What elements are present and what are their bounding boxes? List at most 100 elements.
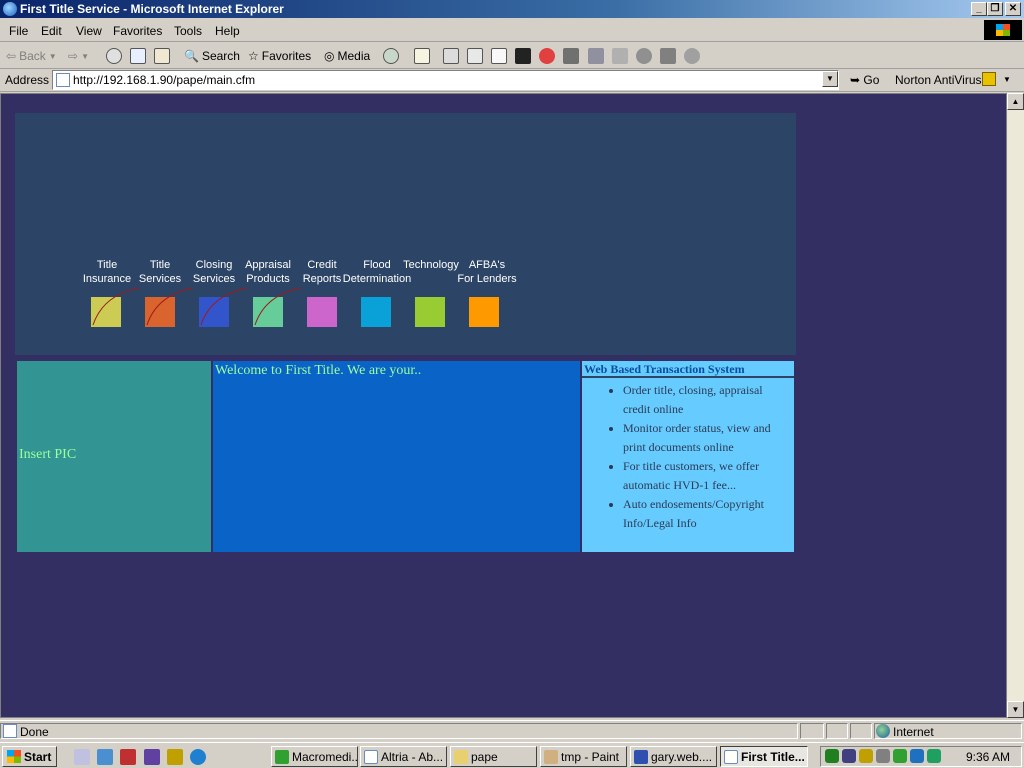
task-label: pape: [471, 750, 498, 764]
toolbar-extra-icon-2[interactable]: [539, 48, 555, 64]
nav-color-box-appraisal-products[interactable]: [253, 297, 283, 327]
vertical-scrollbar[interactable]: ▲ ▼: [1007, 93, 1024, 718]
status-pane-3: [826, 723, 848, 739]
search-label: Search: [201, 49, 240, 63]
word-icon: [634, 750, 648, 764]
nav-color-box-closing-services[interactable]: [199, 297, 229, 327]
favorites-icon: ☆: [248, 49, 259, 63]
ie-page-icon: [724, 750, 738, 764]
toolbar-extra-icon-5[interactable]: [612, 48, 628, 64]
status-pane-2: [800, 723, 824, 739]
norton-dropdown-icon[interactable]: ▼: [1003, 75, 1011, 84]
toolbar-extra-icon-1[interactable]: [515, 48, 531, 64]
menu-tools[interactable]: Tools: [174, 24, 202, 38]
toolbar-extra-icon-7[interactable]: [660, 48, 676, 64]
nav-color-box-flood-determination[interactable]: [361, 297, 391, 327]
menu-file[interactable]: File: [9, 24, 28, 38]
task-first-title[interactable]: First Title...: [720, 746, 808, 767]
task-altria[interactable]: Altria - Ab...: [360, 746, 447, 767]
back-dropdown-icon: ▼: [48, 51, 57, 61]
tray-icon-6[interactable]: [910, 749, 924, 763]
refresh-icon[interactable]: [130, 48, 146, 64]
list-item: Monitor order status, view and print doc…: [623, 419, 790, 457]
page-icon: [56, 73, 70, 87]
restore-button[interactable]: ❐: [987, 2, 1003, 16]
address-input[interactable]: http://192.168.1.90/pape/main.cfm: [52, 70, 839, 90]
menu-help[interactable]: Help: [215, 24, 240, 38]
menu-view[interactable]: View: [76, 24, 102, 38]
menu-favorites[interactable]: Favorites: [113, 24, 162, 38]
clock[interactable]: 9:36 AM: [966, 750, 1010, 764]
welcome-text: Welcome to First Title. We are your..: [215, 363, 422, 378]
tray-icon-2[interactable]: [842, 749, 856, 763]
quick-launch-app2-icon[interactable]: [144, 749, 160, 765]
quick-launch-app-icon[interactable]: [120, 749, 136, 765]
tray-icon-1[interactable]: [825, 749, 839, 763]
history-icon[interactable]: [383, 48, 399, 64]
toolbar-extra-icon-3[interactable]: [563, 48, 579, 64]
folder-icon: [454, 750, 468, 764]
nav-label-line1: AFBA's: [468, 259, 506, 271]
quick-launch-desktop-icon[interactable]: [74, 749, 90, 765]
address-dropdown-icon[interactable]: ▼: [822, 71, 838, 87]
mail-icon[interactable]: [414, 48, 430, 64]
task-label: tmp - Paint: [561, 750, 620, 764]
norton-antivirus-label[interactable]: Norton AntiVirus: [895, 73, 982, 87]
forward-button[interactable]: ⇨ ▼: [68, 46, 89, 66]
forward-arrow-icon: ⇨: [68, 49, 79, 63]
nav-color-box-afbas-for-lenders[interactable]: [469, 297, 499, 327]
print-icon[interactable]: [443, 48, 459, 64]
media-button[interactable]: ◎ Media: [324, 46, 370, 66]
ie-page-icon: [364, 750, 378, 764]
system-tray: 9:36 AM: [820, 746, 1022, 767]
back-label: Back: [19, 49, 46, 63]
tray-icon-3[interactable]: [859, 749, 873, 763]
windows-logo-icon: [984, 20, 1022, 40]
toolbar-extra-icon-8[interactable]: [684, 48, 700, 64]
quick-launch-browser-icon[interactable]: [190, 749, 206, 765]
toolbar-extra-icon-6[interactable]: [636, 48, 652, 64]
go-button[interactable]: ➥ Go: [850, 73, 879, 87]
menu-edit[interactable]: Edit: [41, 24, 62, 38]
task-macromedia[interactable]: Macromedi...: [271, 746, 358, 767]
stop-icon[interactable]: [106, 48, 122, 64]
nav-color-box-technology[interactable]: [415, 297, 445, 327]
toolbar-extra-icon-4[interactable]: [588, 48, 604, 64]
task-label: gary.web....: [651, 750, 713, 764]
discuss-icon[interactable]: [491, 48, 507, 64]
search-button[interactable]: 🔍 Search: [184, 46, 240, 66]
nav-color-box-title-insurance[interactable]: [91, 297, 121, 327]
start-button[interactable]: Start: [2, 746, 57, 767]
standard-toolbar: ⇦ Back ▼ ⇨ ▼ 🔍 Search ☆ Favorites ◎ Medi…: [0, 43, 1024, 69]
tray-icon-7[interactable]: [927, 749, 941, 763]
page-viewport: Title Insurance Title Services Closing Serv…: [0, 93, 1007, 718]
favorites-button[interactable]: ☆ Favorites: [248, 46, 311, 66]
zone-text: Internet: [893, 725, 934, 739]
task-pape[interactable]: pape: [450, 746, 537, 767]
status-pane-main: [0, 723, 798, 739]
nav-color-box-title-services[interactable]: [145, 297, 175, 327]
nav-afbas-for-lenders[interactable]: AFBA's For Lenders: [452, 258, 522, 286]
insert-pic-text: Insert PIC: [19, 447, 77, 462]
home-icon[interactable]: [154, 48, 170, 64]
task-gary-web[interactable]: gary.web....: [630, 746, 717, 767]
list-item: For title customers, we offer automatic …: [623, 457, 790, 495]
quick-launch-ie-icon[interactable]: [97, 749, 113, 765]
scroll-down-icon[interactable]: ▼: [1007, 701, 1024, 718]
tray-icon-5[interactable]: [893, 749, 907, 763]
insert-pic-placeholder: Insert PIC: [17, 361, 211, 552]
back-button[interactable]: ⇦ Back ▼: [6, 46, 57, 66]
quick-launch-app3-icon[interactable]: [167, 749, 183, 765]
list-item: Order title, closing, appraisal credit o…: [623, 381, 790, 419]
web-transaction-panel: Web Based Transaction System Order title…: [582, 361, 794, 552]
scroll-up-icon[interactable]: ▲: [1007, 93, 1024, 110]
edit-icon[interactable]: [467, 48, 483, 64]
volume-icon[interactable]: [876, 749, 890, 763]
norton-icon[interactable]: [982, 72, 996, 86]
nav-color-box-credit-reports[interactable]: [307, 297, 337, 327]
close-button[interactable]: ✕: [1005, 2, 1021, 16]
task-paint[interactable]: tmp - Paint: [540, 746, 627, 767]
minimize-button[interactable]: _: [971, 2, 987, 16]
media-icon: ◎: [324, 49, 335, 63]
internet-zone-icon: [876, 724, 890, 738]
